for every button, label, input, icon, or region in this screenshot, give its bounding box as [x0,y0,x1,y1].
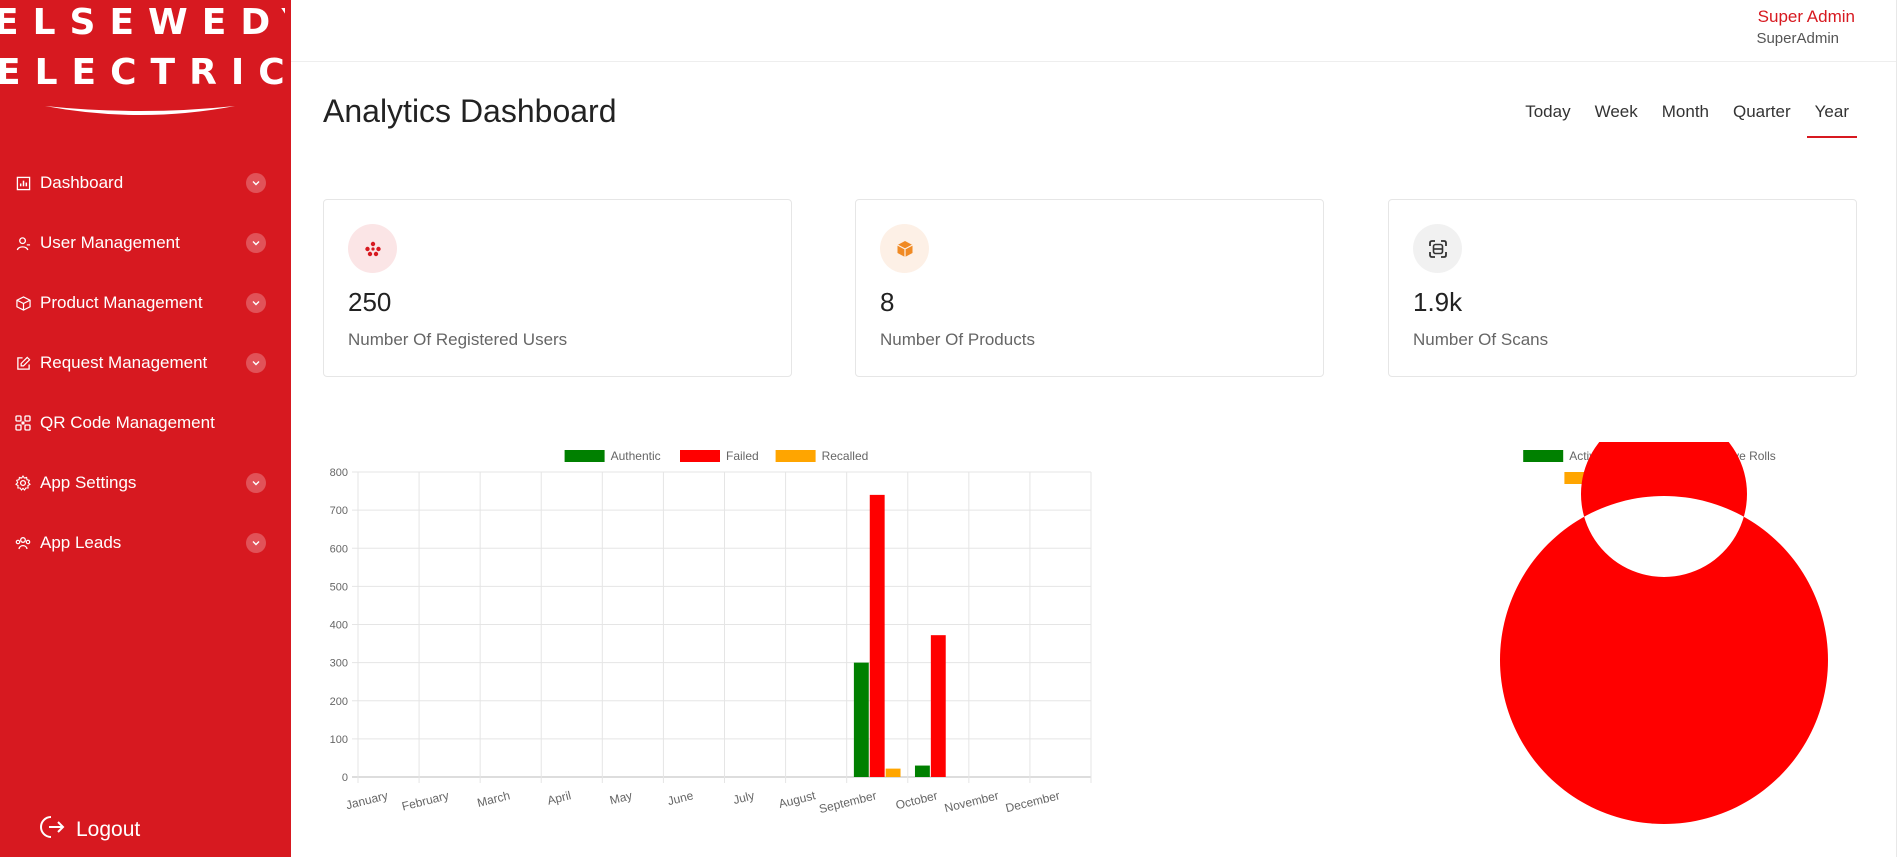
sidebar-item-label: Dashboard [40,173,124,192]
legend-label: Failed [726,449,759,463]
scans-bar-chart: Authentic Failed Recalled 0 100 200 300 400 500 6… [330,449,1092,816]
x-tick-label: July [732,788,756,807]
sidebar-item-app-leads[interactable]: App Leads [0,513,291,573]
sidebar-item-product-management[interactable]: Product Management [0,273,291,333]
rolls-donut-chart: Active RollsInactive RollsPartially Acti… [1500,442,1828,824]
y-tick-label: 500 [330,581,348,593]
bar-failed-september [869,494,885,777]
user-icon [14,234,32,252]
brand-line-2: ELECTRIC [0,52,287,93]
tab-year[interactable]: Year [1806,100,1857,138]
x-tick-label: October [894,788,939,812]
x-tick-label: June [666,788,695,808]
stat-value: 8 [880,287,895,317]
chevron-down-icon[interactable] [246,293,266,313]
tab-quarter[interactable]: Quarter [1725,100,1799,138]
stat-card-products: 8 Number Of Products [855,199,1324,377]
y-tick-label: 300 [330,658,348,670]
y-tick-label: 400 [330,620,348,632]
users-dots-icon [348,224,397,273]
x-tick-label: December [1004,788,1061,815]
tab-week[interactable]: Week [1587,100,1646,138]
qr-icon [14,414,32,432]
bar-chart-icon [14,174,32,192]
legend-swatch [775,450,816,462]
sidebar-item-dashboard[interactable]: Dashboard [0,153,291,213]
box-icon [14,294,32,312]
sidebar-item-label: User Management [40,233,180,252]
y-tick-label: 0 [342,772,348,784]
tab-today[interactable]: Today [1517,100,1578,138]
brand-line-1: ELSEWEDY [0,2,285,43]
brand-swoosh-icon [45,106,235,115]
chevron-down-icon[interactable] [246,473,266,493]
sidebar-item-label: App Settings [40,473,137,492]
sidebar-item-request-management[interactable]: Request Management [0,333,291,393]
page-title: Analytics Dashboard [323,93,617,129]
x-tick-label: February [400,788,450,813]
user-role: SuperAdmin [1756,30,1839,47]
user-name[interactable]: Super Admin [1758,7,1855,27]
bar-failed-october [930,635,946,777]
x-tick-label: September [818,788,878,816]
legend-label: Recalled [822,449,869,463]
x-tick-label: August [777,788,817,811]
brand-logo[interactable]: ELSEWEDY ELECTRIC [0,0,291,130]
stat-card-users: 250 Number Of Registered Users [323,199,792,377]
tab-month[interactable]: Month [1654,100,1717,138]
bar-authentic-october [914,765,930,777]
chevron-down-icon[interactable] [246,533,266,553]
x-tick-label: November [943,788,1000,815]
gear-icon [14,474,32,492]
cube-icon [880,224,929,273]
chevron-down-icon[interactable] [246,233,266,253]
scan-icon [1413,224,1462,273]
stat-label: Number Of Products [880,330,1035,349]
sidebar-nav: Dashboard User Management Product Manage… [0,153,291,573]
sidebar-item-qr-code-management[interactable]: QR Code Management [0,393,291,453]
y-tick-label: 600 [330,543,348,555]
x-tick-label: April [546,788,573,807]
sidebar-item-label: App Leads [40,533,122,552]
x-tick-label: May [608,788,633,807]
logout-button[interactable]: Logout [40,814,140,845]
chevron-down-icon[interactable] [246,353,266,373]
stat-value: 250 [348,287,392,317]
chevron-down-icon[interactable] [246,173,266,193]
sidebar-item-app-settings[interactable]: App Settings [0,453,291,513]
stat-label: Number Of Registered Users [348,330,568,349]
y-tick-label: 700 [330,505,348,517]
x-tick-label: January [344,788,389,812]
sidebar-item-label: QR Code Management [40,413,215,432]
legend-swatch [1523,450,1564,462]
y-tick-label: 200 [330,696,348,708]
top-bar: Super Admin SuperAdmin [291,0,1897,62]
y-tick-label: 800 [330,467,348,479]
edit-icon [14,354,32,372]
logout-label: Logout [76,817,141,841]
y-tick-label: 100 [330,734,348,746]
legend-label: Authentic [611,449,661,463]
users-icon [14,534,32,552]
period-tabs: Today Week Month Quarter Year [1509,100,1857,138]
stat-label: Number Of Scans [1413,330,1549,349]
bar-recalled-september [885,768,901,777]
sidebar-item-label: Request Management [40,353,208,372]
sidebar: ELSEWEDY ELECTRIC Dashboard User Managem… [0,0,291,857]
x-tick-label: March [476,788,512,810]
stat-value: 1.9k [1413,287,1463,317]
logout-icon [40,814,66,845]
sidebar-item-label: Product Management [40,293,203,312]
legend-swatch [680,450,720,462]
stat-card-scans: 1.9k Number Of Scans [1388,199,1857,377]
bar-authentic-september [853,662,869,777]
legend-swatch [564,450,605,462]
sidebar-item-user-management[interactable]: User Management [0,213,291,273]
